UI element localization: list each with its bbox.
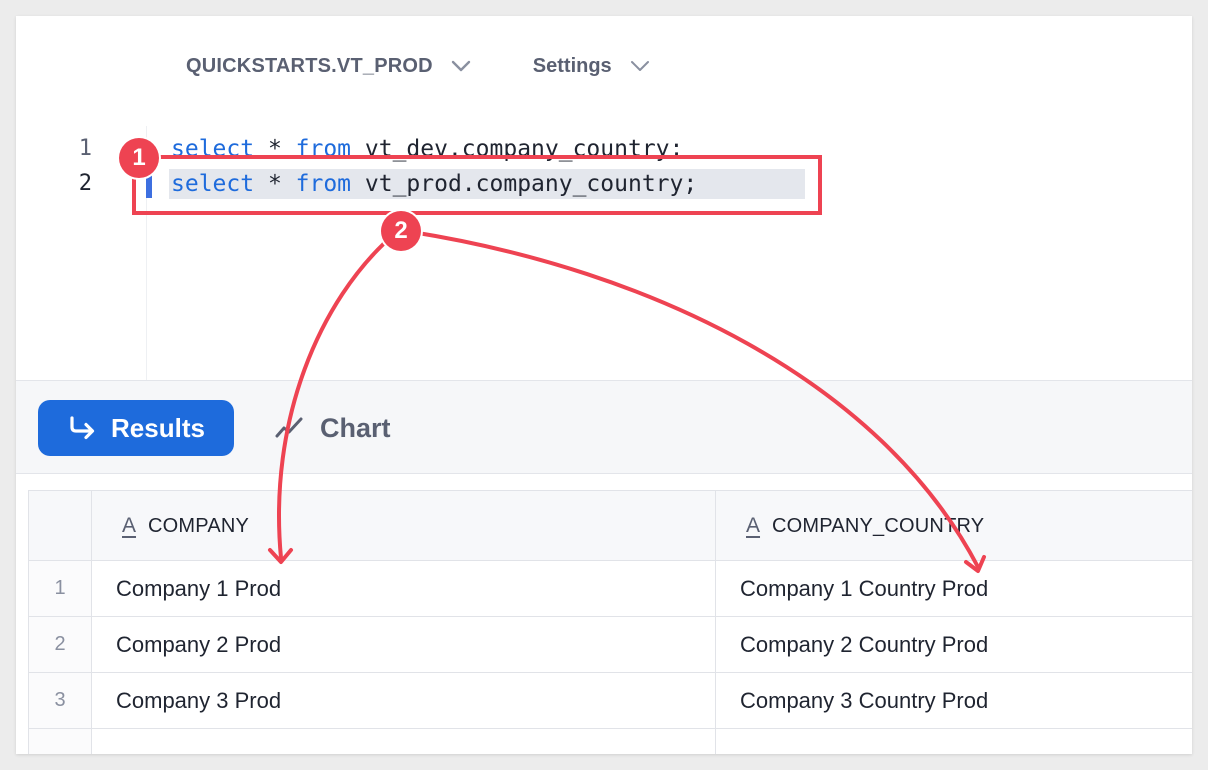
- column-header-company[interactable]: A COMPANY: [91, 490, 716, 561]
- row-number: 3: [28, 672, 92, 729]
- database-selector[interactable]: QUICKSTARTS.VT_PROD: [186, 54, 473, 78]
- code-line-2[interactable]: 2 select * from vt_prod.company_country;: [16, 167, 1192, 201]
- settings-selector[interactable]: Settings: [533, 54, 652, 78]
- sql-editor[interactable]: 1 select * from vt_dev.company_country; …: [16, 126, 1192, 380]
- chart-line-icon: [274, 416, 304, 440]
- results-toolbar: Results Chart: [16, 380, 1192, 474]
- results-label: Results: [111, 412, 205, 443]
- chart-tab-button[interactable]: Chart: [274, 400, 391, 456]
- column-header-company-country[interactable]: A COMPANY_COUNTRY: [715, 490, 1192, 561]
- settings-label: Settings: [532, 54, 612, 77]
- cell-company[interactable]: Company 2 Prod: [91, 616, 716, 673]
- table-row-empty: [28, 728, 1192, 754]
- worksheet-panel: QUICKSTARTS.VT_PROD Settings 1 select * …: [16, 16, 1192, 754]
- code-line-1[interactable]: 1 select * from vt_dev.company_country;: [16, 132, 1192, 166]
- row-number: 2: [28, 616, 92, 673]
- chevron-down-icon: [628, 54, 652, 78]
- database-label: QUICKSTARTS.VT_PROD: [186, 54, 433, 77]
- table-row[interactable]: 3 Company 3 Prod Company 3 Country Prod: [28, 672, 1192, 729]
- cell-company[interactable]: Company 3 Prod: [91, 672, 716, 729]
- results-tab-button[interactable]: Results: [38, 400, 234, 456]
- column-name: COMPANY_COUNTRY: [772, 514, 985, 537]
- table-header-row: A COMPANY A COMPANY_COUNTRY: [28, 490, 1192, 561]
- table-row[interactable]: 1 Company 1 Prod Company 1 Country Prod: [28, 560, 1192, 617]
- line-number: 1: [78, 136, 92, 161]
- results-table: A COMPANY A COMPANY_COUNTRY 1 Company 1 Pr…: [28, 490, 1192, 754]
- chart-label: Chart: [320, 412, 391, 443]
- code-text: select * from vt_prod.company_country;: [171, 171, 698, 197]
- text-type-icon: A: [746, 513, 761, 537]
- context-bar: QUICKSTARTS.VT_PROD Settings: [186, 52, 652, 80]
- cell-company[interactable]: Company 1 Prod: [91, 560, 716, 617]
- row-number: 1: [28, 560, 92, 617]
- annotation-badge-2: 2: [381, 211, 421, 251]
- annotation-badge-1: 1: [119, 138, 159, 178]
- table-row[interactable]: 2 Company 2 Prod Company 2 Country Prod: [28, 616, 1192, 673]
- cell-company-country[interactable]: Company 1 Country Prod: [715, 560, 1192, 617]
- text-type-icon: A: [122, 513, 137, 537]
- line-number: 2: [78, 171, 92, 196]
- row-number-header: [28, 490, 92, 561]
- column-name: COMPANY: [148, 514, 250, 537]
- chevron-down-icon: [449, 54, 473, 78]
- return-arrow-icon: [67, 415, 97, 441]
- cell-company-country[interactable]: Company 2 Country Prod: [715, 616, 1192, 673]
- code-text: select * from vt_dev.company_country;: [171, 136, 684, 162]
- cell-company-country[interactable]: Company 3 Country Prod: [715, 672, 1192, 729]
